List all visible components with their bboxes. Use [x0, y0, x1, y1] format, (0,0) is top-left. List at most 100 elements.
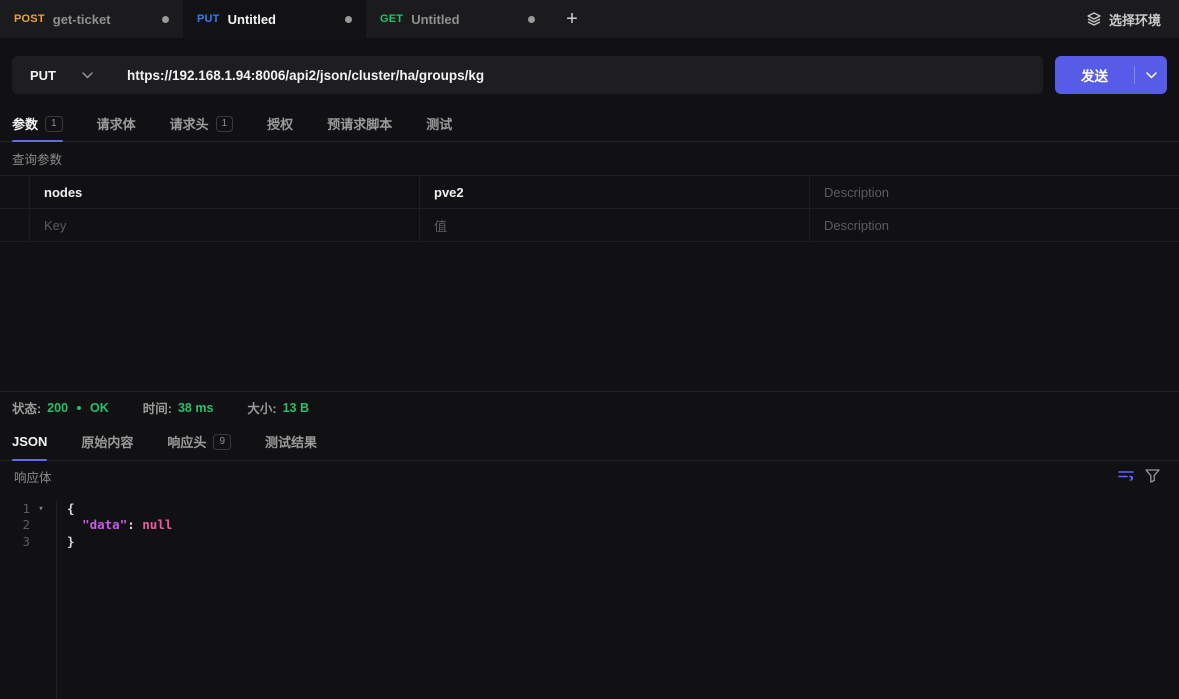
environment-selector[interactable]: 选择环境 [1068, 0, 1179, 38]
code-line: { [67, 500, 75, 516]
param-value-placeholder: 值 [434, 218, 448, 234]
request-subtabs: 参数 1 请求体 请求头 1 授权 预请求脚本 测试 [0, 106, 1179, 142]
line-number: 2 [22, 517, 30, 533]
table-row: Key 值 Description [0, 209, 1179, 242]
tabbar-spacer [595, 0, 1068, 38]
param-description-field[interactable]: Description [810, 176, 1179, 208]
unsaved-dot-icon [162, 15, 169, 23]
chevron-down-icon [1145, 71, 1157, 79]
headers-count-badge: 1 [215, 115, 234, 132]
tab-label: 授权 [267, 117, 294, 132]
request-url-row: PUT 发送 [0, 38, 1179, 106]
param-key-placeholder: Key [44, 217, 67, 233]
tab-pre-request-script[interactable]: 预请求脚本 [327, 106, 392, 141]
tab-label: 预请求脚本 [327, 117, 393, 132]
tab-title: Untitled [227, 11, 276, 27]
code-content: { "data": null } [57, 501, 172, 699]
time-value: 38 ms [177, 400, 214, 415]
line-number: 3 [22, 533, 30, 549]
unsaved-dot-icon [345, 15, 352, 23]
method-label-put: PUT [197, 13, 220, 25]
status-label: 状态: [12, 402, 42, 417]
tab-test-results[interactable]: 测试结果 [265, 424, 317, 460]
chevron-down-icon [82, 71, 93, 78]
environment-selector-label: 选择环境 [1108, 12, 1161, 28]
response-body-label: 响应体 [14, 470, 52, 485]
response-subtabs: JSON 原始内容 响应头 9 测试结果 [0, 424, 1179, 461]
send-options-dropdown[interactable] [1135, 71, 1167, 79]
params-table: nodes pve2 Description Key 值 Description [0, 175, 1179, 242]
param-value-value: pve2 [434, 184, 464, 200]
tab-raw[interactable]: 原始内容 [81, 424, 133, 460]
tab-label: 请求体 [96, 117, 136, 132]
tab-label: 测试结果 [265, 435, 318, 451]
tab-label: JSON [12, 434, 48, 450]
request-tab-untitled-get[interactable]: GET Untitled [366, 0, 549, 38]
send-button[interactable]: 发送 [1055, 56, 1167, 94]
response-status-bar: 状态: 200 OK 时间: 38 ms 大小: 13 B [0, 390, 1179, 424]
method-dropdown[interactable]: PUT [12, 68, 113, 83]
url-box: PUT [12, 56, 1043, 94]
tab-label: 原始内容 [81, 435, 134, 451]
filter-funnel-icon [1144, 469, 1160, 483]
size-value: 13 B [282, 400, 309, 415]
param-key-field[interactable]: nodes [30, 176, 420, 208]
json-null-token: null [142, 517, 173, 533]
tab-title: Untitled [411, 11, 460, 27]
size-label: 大小: [247, 402, 277, 417]
method-label-post: POST [14, 13, 45, 25]
method-label-get: GET [380, 13, 404, 25]
format-lines-icon [1117, 471, 1134, 482]
param-value-field[interactable]: 值 [420, 209, 810, 241]
param-key-field[interactable]: Key [30, 209, 420, 241]
plus-icon: + [566, 7, 578, 30]
param-value-field[interactable]: pve2 [420, 176, 810, 208]
url-input[interactable] [113, 67, 1043, 83]
status-dot-icon [77, 405, 82, 410]
tab-label: 测试 [426, 117, 453, 132]
json-key-token: "data" [82, 517, 128, 533]
request-tab-untitled-put[interactable]: PUT Untitled [183, 0, 366, 38]
param-description-field[interactable]: Description [810, 209, 1179, 241]
tab-label: 请求头 [169, 117, 209, 132]
tab-label: 参数 [12, 117, 39, 132]
response-json-viewer[interactable]: 1 ▾ 2 3 { "data": null } [0, 492, 1179, 699]
filter-button[interactable] [1139, 469, 1165, 483]
tab-headers[interactable]: 请求头 1 [170, 106, 234, 141]
params-count-badge: 1 [45, 115, 63, 132]
tab-auth[interactable]: 授权 [267, 106, 293, 141]
unsaved-dot-icon [528, 15, 535, 23]
status-text: OK [90, 400, 109, 415]
new-tab-button[interactable]: + [549, 0, 595, 38]
tab-title: get-ticket [52, 11, 111, 27]
response-headers-count-badge: 9 [213, 433, 231, 450]
format-button[interactable] [1113, 469, 1139, 483]
tab-json[interactable]: JSON [12, 424, 48, 461]
status-code: 200 [47, 400, 69, 415]
request-tab-get-ticket[interactable]: POST get-ticket [0, 0, 183, 38]
tab-label: 响应头 [167, 435, 207, 451]
code-line: "data": null [82, 517, 173, 533]
tab-body[interactable]: 请求体 [97, 106, 136, 141]
table-row: nodes pve2 Description [0, 176, 1179, 209]
line-number: 1 [22, 500, 30, 516]
row-handle[interactable] [0, 176, 30, 208]
method-dropdown-value: PUT [30, 67, 56, 83]
tab-params[interactable]: 参数 1 [12, 106, 63, 142]
code-gutter: 1 ▾ 2 3 [0, 500, 57, 699]
tab-response-headers[interactable]: 响应头 9 [167, 424, 231, 460]
request-tab-bar: POST get-ticket PUT Untitled GET Untitle… [0, 0, 1179, 38]
param-description-placeholder: Description [824, 217, 890, 233]
response-body-header: 响应体 [0, 461, 1179, 492]
tab-tests[interactable]: 测试 [426, 106, 452, 141]
send-button-label: 发送 [1081, 69, 1108, 84]
code-line: } [67, 533, 75, 549]
param-key-value: nodes [44, 184, 83, 200]
query-params-label: 查询参数 [12, 153, 63, 167]
empty-area [0, 242, 1179, 391]
row-handle[interactable] [0, 209, 30, 241]
layers-icon [1087, 12, 1101, 26]
fold-caret-icon[interactable]: ▾ [30, 501, 52, 518]
param-description-placeholder: Description [824, 184, 890, 200]
time-label: 时间: [142, 402, 172, 417]
